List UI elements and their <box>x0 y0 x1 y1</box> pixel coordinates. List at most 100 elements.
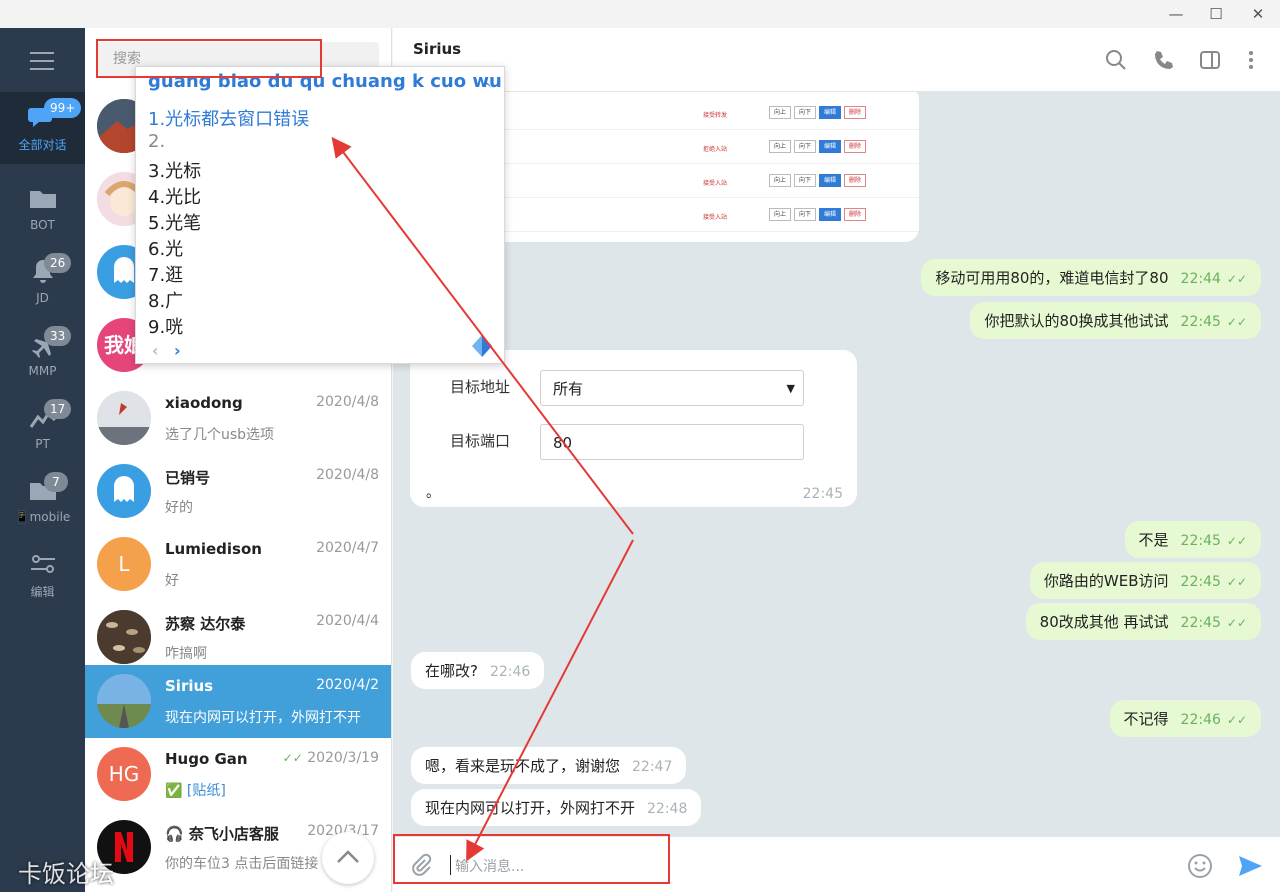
shot-down-button: 向下 <box>794 174 816 187</box>
chat-preview: ✅ [贴纸] <box>165 783 226 799</box>
ime-candidate[interactable]: 9.咣 <box>148 313 183 339</box>
emoji-icon[interactable] <box>1187 853 1213 879</box>
folder-mobile[interactable]: 7 📱mobile <box>0 466 85 538</box>
folder-label: 📱mobile <box>14 510 71 524</box>
avatar <box>97 610 151 664</box>
ime-candidate[interactable]: 6.光 <box>148 235 183 261</box>
folder-edit[interactable]: 编辑 <box>0 539 85 611</box>
read-checkmark-icon: ✓✓ <box>1226 713 1247 727</box>
folder-pt[interactable]: 17 PT <box>0 393 85 465</box>
chat-name: Lumiedison <box>165 540 262 558</box>
form-text-field: 80 <box>540 424 804 460</box>
message-text: 你把默认的80换成其他试试 <box>984 312 1169 330</box>
avatar: L <box>97 537 151 591</box>
shot-delete-button: 删除 <box>844 174 866 187</box>
message-outgoing[interactable]: 你路由的WEB访问 22:45 ✓✓ <box>1029 562 1261 599</box>
folder-jd[interactable]: 26 JD <box>0 247 85 319</box>
message-text: 现在内网可以打开，外网打不开 <box>425 799 636 817</box>
folder-mmp[interactable]: 33 MMP <box>0 320 85 392</box>
chat-item[interactable]: 苏察 达尔泰 2020/4/4 咋搞啊 <box>85 601 391 674</box>
ime-candidate[interactable]: 3.光标 <box>148 157 201 183</box>
message-time: 22:45 <box>1180 314 1221 330</box>
message-outgoing[interactable]: 不记得 22:46 ✓✓ <box>1109 700 1261 737</box>
watermark-text: 卡饭论坛 <box>18 860 114 888</box>
shot-down-button: 向下 <box>794 140 816 153</box>
unread-badge: 26 <box>44 253 72 273</box>
folder-label: MMP <box>28 364 57 378</box>
search-icon[interactable] <box>1104 48 1128 72</box>
ime-candidate[interactable]: 2. <box>148 131 165 152</box>
message-time: 22:45 <box>1180 615 1221 631</box>
unread-badge: 7 <box>44 472 68 492</box>
checkbox-emoji-icon: ✅ <box>165 783 183 799</box>
message-outgoing[interactable]: 不是 22:45 ✓✓ <box>1124 521 1261 558</box>
ime-next-page-icon[interactable]: › <box>174 341 181 360</box>
ime-candidate-popup: guang biao du qu chuang k cuo wu ^ 1.光标都… <box>135 66 505 364</box>
folder-label: JD <box>36 291 49 305</box>
ime-prev-page-icon[interactable]: ‹ <box>152 341 158 360</box>
send-icon[interactable] <box>1236 852 1264 880</box>
avatar <box>97 391 151 445</box>
chat-title: Sirius <box>413 40 462 58</box>
message-text: 不是 <box>1138 531 1169 549</box>
chat-preview: 现在内网可以打开，外网打不开 <box>165 710 361 726</box>
avatar: HG <box>97 747 151 801</box>
ime-candidate[interactable]: 7.逛 <box>148 261 183 287</box>
message-time: 22:46 <box>1180 712 1221 728</box>
chat-name: Hugo Gan <box>165 750 248 768</box>
ime-collapse-icon[interactable]: ^ <box>482 81 492 95</box>
message-incoming[interactable]: 嗯，看来是玩不成了，谢谢您 22:47 <box>411 747 687 784</box>
read-checkmark-icon: ✓✓ <box>1226 616 1247 630</box>
folder-all-chats[interactable]: 99+ 全部对话 <box>0 92 85 164</box>
chat-name: 已销号 <box>165 469 211 487</box>
chat-item[interactable]: 已销号 2020/4/8 好的 <box>85 455 391 528</box>
chat-item[interactable]: HG Hugo Gan ✓✓ 2020/3/19 ✅ [贴纸] <box>85 738 391 811</box>
folder-bot[interactable]: BOT <box>0 174 85 246</box>
chat-item-selected[interactable]: Sirius 2020/4/2 现在内网可以打开，外网打不开 <box>85 665 391 738</box>
scroll-to-top-button[interactable] <box>322 832 374 884</box>
chevron-up-icon <box>337 850 359 863</box>
router-settings-image-message[interactable]: 目标地址 所有 ▼ 目标端口 80 。 22:45 <box>410 350 857 507</box>
message-outgoing[interactable]: 80改成其他 再试试 22:45 ✓✓ <box>1025 603 1261 640</box>
shot-delete-button: 删除 <box>844 106 866 119</box>
folder-label: BOT <box>30 218 55 232</box>
minimize-button[interactable]: — <box>1163 4 1189 24</box>
menu-icon[interactable] <box>30 52 54 76</box>
shot-edit-button: 编辑 <box>819 208 841 221</box>
more-options-icon[interactable] <box>1239 48 1263 72</box>
message-incoming[interactable]: 现在内网可以打开，外网打不开 22:48 <box>411 789 702 826</box>
ime-candidate[interactable]: 1.光标都去窗口错误 <box>148 105 309 131</box>
person-photo-avatar <box>97 391 151 445</box>
chat-item[interactable]: xiaodong 2020/4/8 选了几个usb选项 <box>85 382 391 455</box>
chat-date: 2020/4/2 <box>316 677 379 693</box>
close-button[interactable]: ✕ <box>1245 4 1271 24</box>
shot-edit-button: 编辑 <box>819 174 841 187</box>
message-outgoing[interactable]: 你把默认的80换成其他试试 22:45 ✓✓ <box>970 302 1261 339</box>
ime-candidate[interactable]: 8.广 <box>148 287 183 313</box>
shot-up-button: 向上 <box>769 174 791 187</box>
shot-up-button: 向上 <box>769 208 791 221</box>
folder-label: 全部对话 <box>18 138 67 152</box>
message-time: 22:48 <box>647 801 688 817</box>
sidebar-toggle-icon[interactable] <box>1198 48 1222 72</box>
message-text: 。 <box>426 485 440 501</box>
unread-badge: 17 <box>44 399 72 419</box>
chat-date: 2020/4/4 <box>316 613 379 629</box>
chat-date: 2020/4/8 <box>316 394 379 410</box>
read-checkmark-icon: ✓✓ <box>1226 315 1247 329</box>
chat-item[interactable]: L Lumiedison 2020/4/7 好 <box>85 528 391 601</box>
form-label: 目标地址 <box>450 378 511 396</box>
message-incoming[interactable]: 在哪改? 22:46 <box>411 652 545 689</box>
maximize-button[interactable]: ☐ <box>1203 4 1229 24</box>
folder-rail: 99+ 全部对话 BOT 26 JD 33 MMP 17 PT 7 📱mobil… <box>0 28 85 892</box>
message-outgoing[interactable]: 移动可用用80的，难道电信封了80 22:44 ✓✓ <box>921 259 1261 296</box>
shot-edit-button: 编辑 <box>819 106 841 119</box>
read-checkmark-icon: ✓✓ <box>1226 575 1247 589</box>
ghost-icon <box>114 476 134 502</box>
annotation-box-search <box>96 39 322 78</box>
road-photo-avatar <box>97 674 151 728</box>
ime-candidate[interactable]: 5.光笔 <box>148 209 201 235</box>
form-select-field: 所有 ▼ <box>540 370 804 406</box>
phone-icon[interactable] <box>1152 48 1176 72</box>
ime-candidate[interactable]: 4.光比 <box>148 183 201 209</box>
